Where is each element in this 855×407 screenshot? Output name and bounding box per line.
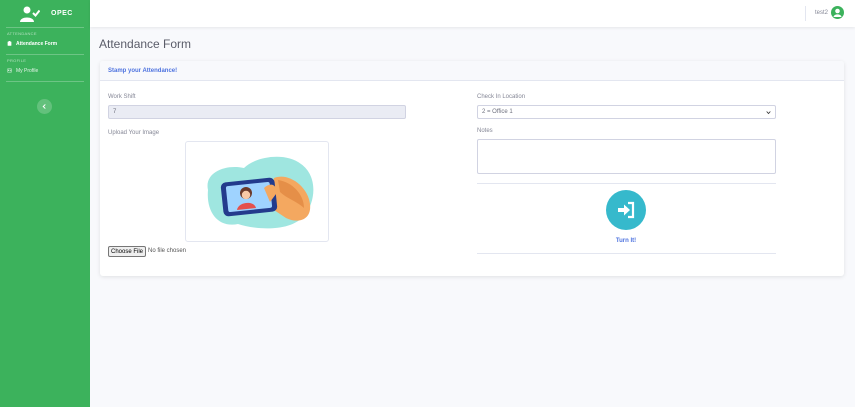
upload-image-label: Upload Your Image bbox=[108, 130, 160, 136]
sidebar-toggle-button[interactable] bbox=[37, 99, 52, 114]
sidebar-item-label: My Profile bbox=[16, 67, 39, 74]
divider-top bbox=[477, 183, 776, 184]
work-shift-field: 7 bbox=[108, 105, 406, 119]
sidebar: OPEC ATTENDANCE Attendance Form PROFILE … bbox=[0, 0, 90, 407]
avatar-icon[interactable] bbox=[831, 6, 844, 19]
sidebar-item-my-profile[interactable]: My Profile bbox=[0, 64, 90, 77]
sign-in-icon bbox=[618, 201, 635, 219]
sidebar-heading-attendance: ATTENDANCE bbox=[7, 31, 37, 36]
check-in-location-select[interactable]: 2 = Office 1 bbox=[477, 105, 776, 119]
choose-file-button[interactable]: Choose File bbox=[108, 246, 146, 257]
page-title: Attendance Form bbox=[99, 37, 192, 51]
turn-it-label[interactable]: Turn It! bbox=[606, 238, 646, 244]
sidebar-item-attendance-form[interactable]: Attendance Form bbox=[0, 37, 90, 50]
brand[interactable]: OPEC bbox=[0, 0, 90, 27]
check-in-location-label: Check In Location bbox=[477, 94, 526, 100]
divider-bottom bbox=[477, 253, 776, 254]
file-status: No file chosen bbox=[148, 248, 187, 254]
sidebar-heading-profile: PROFILE bbox=[7, 58, 27, 63]
selfie-phone-icon bbox=[207, 156, 314, 229]
topbar: test2 bbox=[90, 0, 855, 27]
notes-label: Notes bbox=[477, 128, 493, 134]
check-in-location-value: 2 = Office 1 bbox=[482, 109, 513, 115]
user-check-icon bbox=[20, 6, 40, 22]
sidebar-item-label: Attendance Form bbox=[16, 40, 58, 47]
turn-it-button[interactable] bbox=[606, 190, 646, 230]
sidebar-divider bbox=[6, 81, 84, 82]
work-shift-label: Work Shift bbox=[108, 94, 136, 100]
card-header: Stamp your Attendance! bbox=[100, 61, 844, 81]
user-name[interactable]: test2 bbox=[815, 10, 828, 16]
chevron-down-icon bbox=[766, 110, 771, 114]
notes-textarea[interactable] bbox=[477, 139, 776, 174]
brand-name: OPEC bbox=[51, 10, 73, 17]
chevron-left-icon bbox=[42, 104, 46, 109]
selfie-illustration bbox=[185, 141, 329, 242]
id-card-icon bbox=[7, 68, 12, 73]
topbar-divider bbox=[805, 6, 806, 21]
clipboard-icon bbox=[7, 41, 12, 46]
